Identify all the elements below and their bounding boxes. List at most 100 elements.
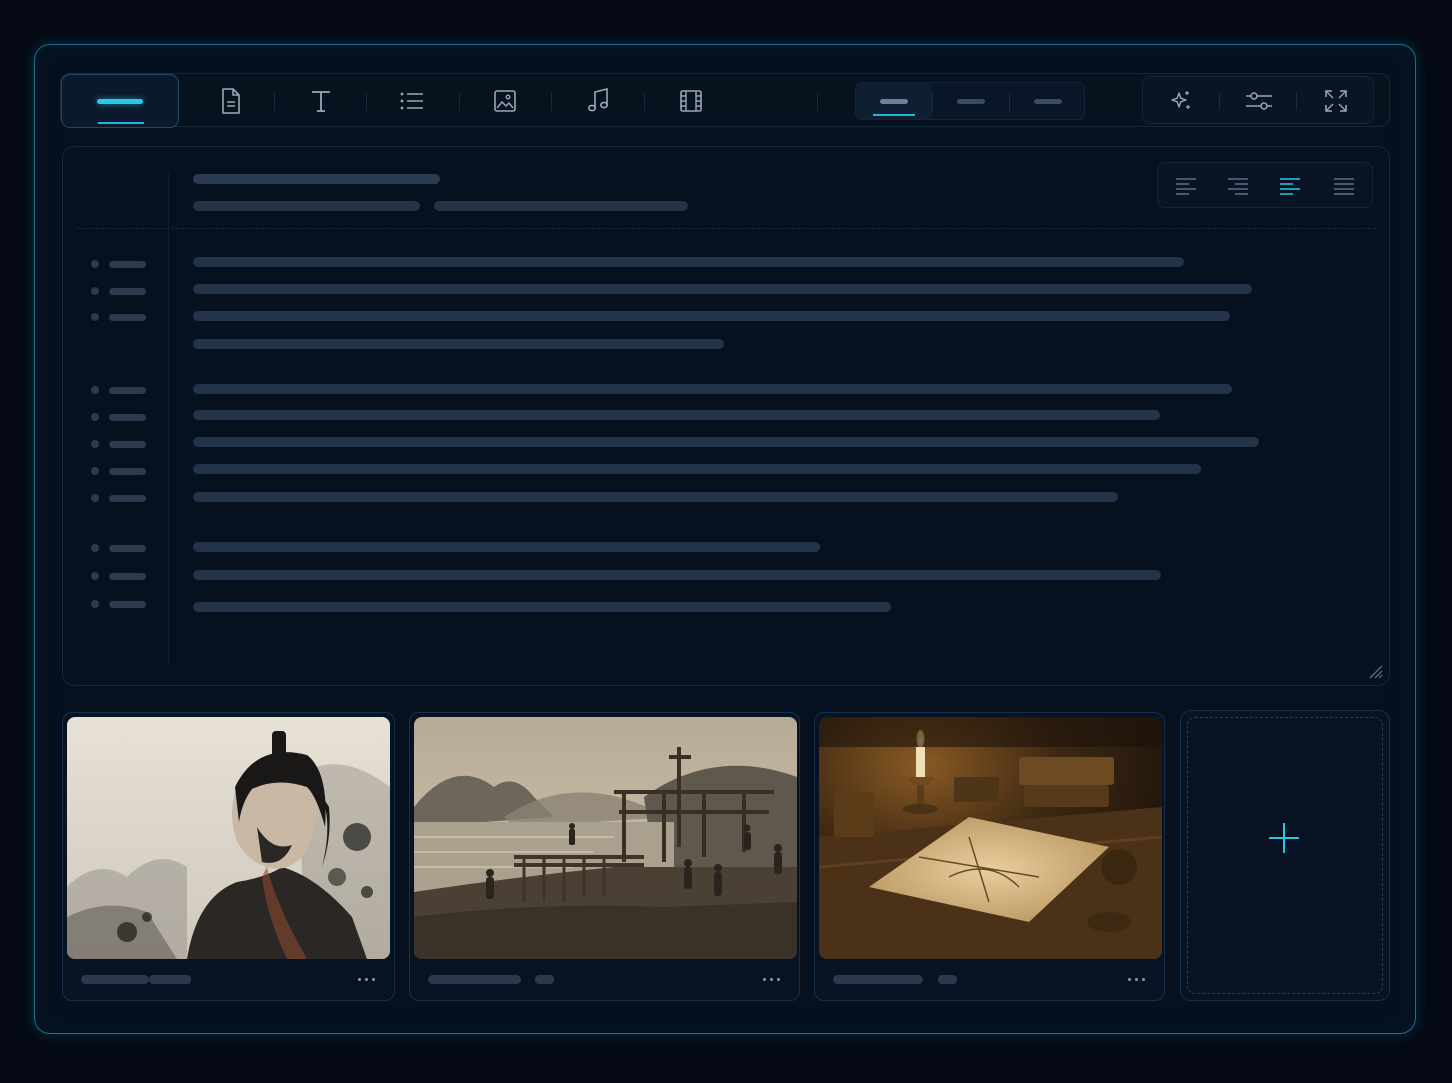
- plus-icon[interactable]: [1268, 822, 1300, 854]
- view-mode-dash-icon: [957, 98, 985, 104]
- text-line-placeholder: [193, 284, 1252, 294]
- line-number-placeholder: [109, 601, 146, 608]
- align-left-button[interactable]: [1160, 163, 1212, 209]
- view-mode-2[interactable]: [933, 83, 1009, 119]
- sliders-icon: [1246, 92, 1272, 110]
- text-line-placeholder: [193, 542, 820, 552]
- document-icon: [222, 88, 240, 114]
- image-icon: [494, 90, 516, 112]
- align-center-button[interactable]: [1264, 163, 1316, 209]
- toolbar-divider: [459, 93, 460, 111]
- line-number-placeholder: [109, 545, 146, 552]
- line-number-placeholder: [109, 468, 146, 475]
- media-title-placeholder: [428, 975, 521, 984]
- media-tag-placeholder: [535, 975, 554, 984]
- document-meta-placeholder: [193, 201, 420, 211]
- line-number-placeholder: [109, 288, 146, 295]
- list-tool-button[interactable]: [382, 74, 442, 128]
- gutter-marker: [91, 467, 99, 475]
- lakeside-construction-image: [414, 717, 797, 959]
- line-number-placeholder: [109, 387, 146, 394]
- media-thumbnail[interactable]: [67, 717, 390, 959]
- sparkles-icon: [1171, 91, 1190, 109]
- gutter-marker: [91, 572, 99, 580]
- candlelit-desk-image: [819, 717, 1162, 959]
- media-card[interactable]: [814, 712, 1165, 1001]
- text-alignment-group: [1157, 162, 1373, 208]
- header-divider: [76, 228, 1376, 229]
- gutter-divider: [168, 172, 169, 666]
- view-mode-1[interactable]: [856, 83, 932, 119]
- text-line-placeholder: [193, 339, 724, 349]
- text-line-placeholder: [193, 257, 1184, 267]
- toolbar-divider: [1219, 92, 1220, 110]
- more-options-icon[interactable]: [358, 974, 380, 984]
- list-icon: [400, 92, 423, 110]
- toolbar-divider: [817, 93, 818, 111]
- fullscreen-button[interactable]: [1298, 77, 1374, 125]
- ai-magic-button[interactable]: [1143, 77, 1219, 125]
- text-line-placeholder: [193, 492, 1118, 502]
- toolbar-divider: [274, 93, 275, 111]
- gutter-marker: [91, 260, 99, 268]
- align-left-icon: [1176, 178, 1196, 195]
- text-line-placeholder: [193, 464, 1201, 474]
- media-thumbnail[interactable]: [414, 717, 797, 959]
- view-mode-dash-icon: [880, 98, 908, 104]
- align-right-icon: [1228, 178, 1248, 195]
- line-number-placeholder: [109, 495, 146, 502]
- text-line-placeholder: [193, 437, 1259, 447]
- text-line-placeholder: [193, 410, 1160, 420]
- fullscreen-icon: [1325, 90, 1347, 112]
- menu-bar-icon: [97, 98, 143, 104]
- document-title-placeholder: [193, 174, 440, 184]
- media-thumbnail[interactable]: [819, 717, 1162, 959]
- resize-handle-icon[interactable]: [1368, 664, 1384, 680]
- toolbar-divider: [1296, 92, 1297, 110]
- active-mode-indicator: [873, 114, 915, 116]
- align-center-icon: [1280, 178, 1300, 195]
- media-title-placeholder: [833, 975, 923, 984]
- line-number-placeholder: [109, 414, 146, 421]
- settings-button[interactable]: [1221, 77, 1297, 125]
- image-tool-button[interactable]: [475, 74, 535, 128]
- gutter-marker: [91, 600, 99, 608]
- gutter-marker: [91, 287, 99, 295]
- active-tab-indicator: [98, 122, 144, 124]
- add-media-button[interactable]: [1180, 710, 1390, 1001]
- toolbar-divider: [644, 93, 645, 111]
- gutter-marker: [91, 544, 99, 552]
- menu-tool-button[interactable]: [61, 74, 179, 128]
- view-mode-dash-icon: [1034, 98, 1062, 104]
- document-tool-button[interactable]: [201, 74, 261, 128]
- line-number-placeholder: [109, 441, 146, 448]
- media-tag-placeholder: [149, 975, 191, 984]
- text-icon: [312, 91, 330, 112]
- line-number-placeholder: [109, 261, 146, 268]
- more-options-icon[interactable]: [1128, 974, 1150, 984]
- text-tool-button[interactable]: [291, 74, 351, 128]
- text-line-placeholder: [193, 602, 891, 612]
- film-icon: [680, 90, 702, 112]
- align-right-button[interactable]: [1212, 163, 1264, 209]
- music-note-icon: [587, 88, 609, 112]
- audio-tool-button[interactable]: [568, 74, 628, 128]
- gutter-marker: [91, 386, 99, 394]
- media-card[interactable]: [62, 712, 395, 1001]
- text-line-placeholder: [193, 570, 1161, 580]
- more-options-icon[interactable]: [763, 974, 785, 984]
- media-card[interactable]: [409, 712, 800, 1001]
- gutter-marker: [91, 413, 99, 421]
- text-line-placeholder: [193, 311, 1230, 321]
- video-tool-button[interactable]: [661, 74, 721, 128]
- media-tag-placeholder: [938, 975, 957, 984]
- document-meta-placeholder: [434, 201, 688, 211]
- line-number-placeholder: [109, 314, 146, 321]
- toolbar-divider: [551, 93, 552, 111]
- gutter-marker: [91, 440, 99, 448]
- align-justify-button[interactable]: [1318, 163, 1370, 209]
- align-justify-icon: [1334, 178, 1354, 195]
- view-mode-3[interactable]: [1010, 83, 1086, 119]
- gutter-marker: [91, 313, 99, 321]
- text-line-placeholder: [193, 384, 1232, 394]
